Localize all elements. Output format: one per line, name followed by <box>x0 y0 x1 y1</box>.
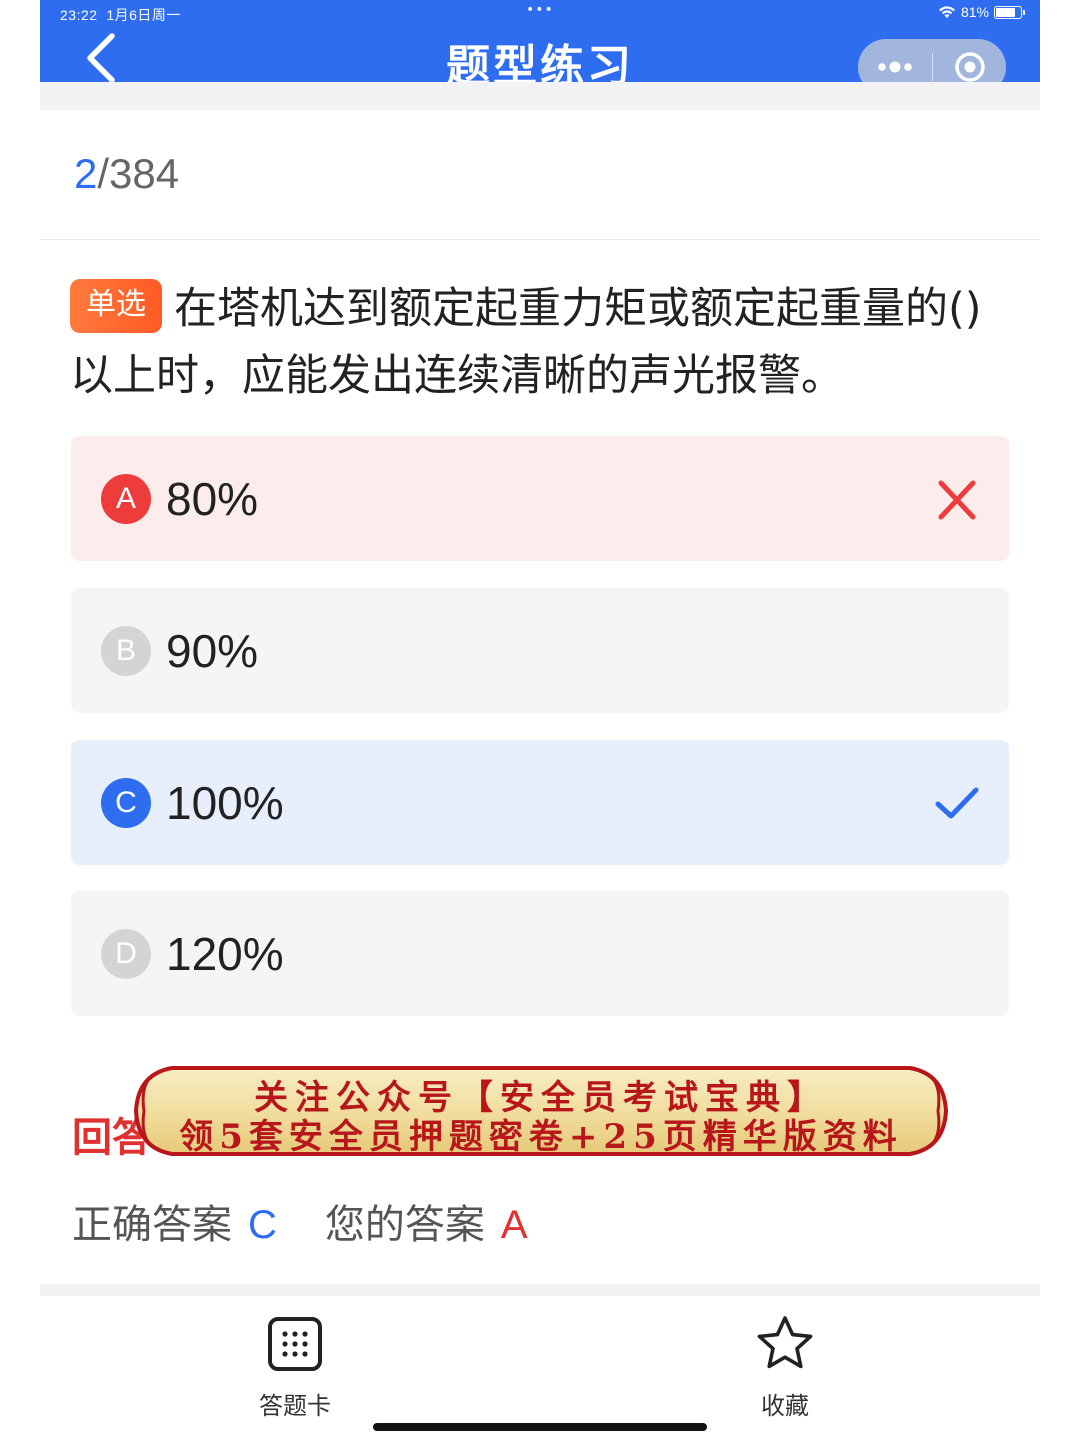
answer-card-label: 答题卡 <box>259 1392 331 1420</box>
option-text: 120% <box>166 928 284 980</box>
option-text: 100% <box>166 777 284 829</box>
option-text: 80% <box>166 473 259 525</box>
progress-panel: 2/384 <box>40 110 1040 240</box>
grid-card-icon <box>268 1317 322 1371</box>
option-letter: D <box>101 929 151 979</box>
progress-total: 384 <box>109 150 180 197</box>
correct-answer-label: 正确答案 <box>72 1202 232 1248</box>
bottom-toolbar: 答题卡 收藏 <box>40 1296 1040 1439</box>
favorite-button[interactable]: 收藏 <box>715 1314 855 1421</box>
question-type-badge: 单选 <box>70 279 162 333</box>
multitask-dots-icon[interactable]: ••• <box>526 2 554 18</box>
correct-answer-value: C <box>248 1203 277 1247</box>
nav-bar: 题型练习 <box>40 28 1040 95</box>
header-divider <box>40 82 1040 110</box>
your-answer-label: 您的答案 <box>324 1202 485 1248</box>
your-answer-value: A <box>500 1203 528 1247</box>
option-letter: A <box>101 474 151 524</box>
option-letter: C <box>101 778 151 828</box>
answer-summary: 正确答案 C 您的答案 A <box>72 1192 528 1250</box>
question-progress: 2/384 <box>74 150 179 198</box>
home-indicator[interactable] <box>373 1423 707 1431</box>
progress-current: 2 <box>74 150 98 197</box>
promo-banner: 关注公众号【安全员考试宝典】 领5套安全员押题密卷+25页精华版资料 <box>132 1064 950 1158</box>
battery-level <box>996 7 1016 17</box>
status-time: 23:22 1月6日周一 <box>60 7 181 23</box>
tabbar-divider <box>40 1284 1040 1296</box>
check-icon <box>935 787 979 819</box>
status-bar: 23:22 1月6日周一 ••• 81% <box>40 0 1040 28</box>
option-c[interactable]: C 100% <box>71 740 1009 865</box>
answer-card-button[interactable]: 答题卡 <box>225 1314 365 1421</box>
option-a[interactable]: A 80% <box>71 436 1009 561</box>
option-b[interactable]: B 90% <box>71 588 1009 713</box>
promo-line-2: 领5套安全员押题密卷+25页精华版资料 <box>179 1117 903 1157</box>
battery-icon <box>994 5 1025 19</box>
question-text: 在塔机达到额定起重力矩或额定起重量的()以上时，应能发出连续清晰的声光报警。 <box>70 284 982 401</box>
cross-icon <box>938 480 976 520</box>
option-letter: B <box>101 626 151 676</box>
status-right: 81% <box>938 4 1025 20</box>
favorite-label: 收藏 <box>761 1392 809 1420</box>
battery-percent: 81% <box>960 4 989 20</box>
question-stem: 单选 在塔机达到额定起重力矩或额定起重量的()以上时，应能发出连续清晰的声光报警。 <box>70 276 1020 410</box>
option-d[interactable]: D 120% <box>71 891 1009 1016</box>
option-text: 90% <box>166 625 259 677</box>
star-icon <box>757 1316 813 1369</box>
progress-separator: / <box>97 150 110 197</box>
wifi-icon <box>938 6 955 18</box>
screen: 23:22 1月6日周一 ••• 81% 题型练习 2/384 单选 在塔机达到… <box>40 0 1040 1439</box>
